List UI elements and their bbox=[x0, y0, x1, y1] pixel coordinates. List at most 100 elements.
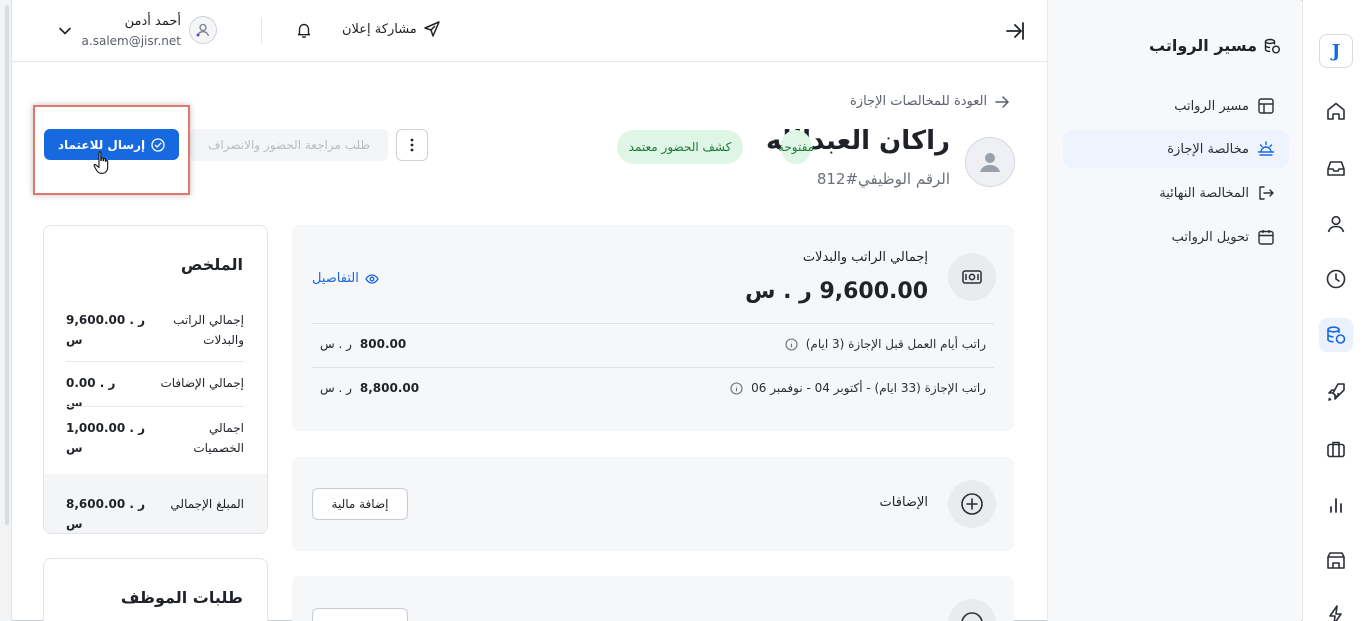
salary-card: إجمالي الراتب والبدلات 9,600.00 ر . س ال… bbox=[292, 225, 1014, 431]
exit-icon bbox=[1259, 186, 1274, 200]
details-label: التفاصيل bbox=[312, 271, 359, 286]
chevron-down-icon[interactable] bbox=[58, 24, 72, 38]
subnav-item-label: تحويل الرواتب bbox=[1171, 229, 1249, 245]
person-icon bbox=[980, 153, 1000, 172]
row-value: 8,800.00 bbox=[359, 381, 420, 395]
payroll-subnav: مسير الرواتب مسير الرواتب مخالصة الإجازة… bbox=[1047, 0, 1301, 621]
total-value: 8,600.00 ر . س bbox=[66, 497, 146, 531]
share-label: مشاركة إعلان bbox=[342, 21, 417, 37]
info-icon[interactable] bbox=[730, 381, 743, 395]
summary-value: 9,600.00 ر . س bbox=[66, 313, 146, 347]
salary-row: راتب أيام العمل قبل الإجازة (3 ايام) 800… bbox=[312, 324, 994, 368]
details-link[interactable]: التفاصيل bbox=[312, 271, 379, 286]
app-logo[interactable]: J bbox=[1319, 34, 1353, 68]
addons-card: الإضافات إضافة مالية bbox=[292, 457, 1014, 551]
row-value: 800.00 bbox=[359, 337, 407, 351]
deductions-card bbox=[292, 576, 1014, 621]
person-icon[interactable] bbox=[1319, 207, 1353, 241]
summary-title: الملخص bbox=[180, 255, 243, 274]
icon-rail: J bbox=[1302, 0, 1368, 621]
home-icon[interactable] bbox=[1319, 94, 1353, 128]
rocket-icon[interactable] bbox=[1319, 375, 1353, 409]
inbox-icon[interactable] bbox=[1319, 151, 1353, 185]
plus-circle-icon bbox=[961, 493, 983, 515]
bolt-icon[interactable] bbox=[1319, 598, 1353, 621]
back-link[interactable]: العودة للمخالصات الإجازة bbox=[850, 94, 1009, 109]
subnav-item-final-settlement[interactable]: المخالصة النهائية bbox=[1063, 174, 1289, 212]
subnav-item-label: المخالصة النهائية bbox=[1159, 185, 1249, 201]
hand-cursor-icon bbox=[93, 151, 109, 174]
summary-total-row: المبلغ الإجمالي 8,600.00 ر . س bbox=[66, 494, 244, 531]
user-avatar-icon bbox=[196, 23, 210, 37]
summary-label: اجمالي الخصميات bbox=[193, 421, 244, 455]
subnav-item-label: مخالصة الإجازة bbox=[1167, 141, 1249, 157]
bar-chart-icon[interactable] bbox=[1319, 488, 1353, 522]
summary-value: 1,000.00 ر . س bbox=[66, 421, 146, 455]
subnav-title: مسير الرواتب bbox=[1149, 36, 1281, 55]
subnav-item-leave-settlement[interactable]: مخالصة الإجازة bbox=[1063, 130, 1289, 168]
building-icon[interactable] bbox=[1319, 543, 1353, 577]
summary-card: الملخص إجمالي الراتب والبدلات 9,600.00 ر… bbox=[43, 225, 268, 534]
collapse-arrow-icon bbox=[1006, 22, 1024, 40]
subnav-item-payroll[interactable]: مسير الرواتب bbox=[1063, 87, 1289, 125]
row-label: راتب أيام العمل قبل الإجازة (3 ايام) bbox=[805, 337, 986, 351]
salary-amount: 9,600.00 ر . س bbox=[745, 279, 928, 304]
kebab-menu-icon bbox=[410, 138, 414, 152]
back-label: العودة للمخالصات الإجازة bbox=[850, 94, 988, 109]
cash-icon bbox=[962, 270, 982, 284]
user-menu[interactable]: أحمد أدمن a.salem@jisr.net bbox=[82, 12, 217, 52]
addons-icon-circle bbox=[948, 480, 996, 528]
deductions-icon-circle bbox=[948, 599, 996, 621]
scroll-thumb[interactable] bbox=[5, 5, 9, 525]
check-circle-icon bbox=[151, 137, 165, 152]
add-financial-button[interactable]: إضافة مالية bbox=[312, 488, 408, 520]
employee-id: الرقم الوظيفي#812 bbox=[816, 170, 950, 188]
payroll-icon[interactable] bbox=[1319, 318, 1353, 352]
header-divider bbox=[261, 18, 262, 44]
calendar-icon bbox=[1258, 230, 1274, 245]
collapse-sidebar-button[interactable] bbox=[1002, 18, 1028, 44]
bell-icon[interactable] bbox=[295, 21, 313, 39]
minus-circle-icon bbox=[961, 612, 983, 621]
summary-row: إجمالي الإضافات 0.00 ر . س bbox=[66, 373, 244, 410]
share-announcement-button[interactable]: مشاركة إعلان bbox=[342, 20, 441, 38]
clock-icon[interactable] bbox=[1319, 262, 1353, 296]
info-icon[interactable] bbox=[785, 337, 798, 351]
subnav-item-label: مسير الرواتب bbox=[1174, 98, 1249, 114]
attendance-badge: كشف الحضور معتمد bbox=[617, 130, 743, 164]
summary-value: 0.00 ر . س bbox=[66, 376, 116, 410]
summary-row: اجمالي الخصميات 1,000.00 ر . س bbox=[66, 418, 244, 458]
summary-divider bbox=[66, 406, 244, 407]
summary-total: المبلغ الإجمالي 8,600.00 ر . س bbox=[44, 474, 267, 533]
send-icon bbox=[424, 21, 440, 37]
status-badge: مفتوحة bbox=[778, 130, 814, 164]
left-scroll-strip[interactable] bbox=[0, 0, 12, 621]
user-name: أحمد أدمن bbox=[124, 14, 181, 29]
coins-icon bbox=[1264, 38, 1280, 53]
user-email: a.salem@jisr.net bbox=[81, 34, 181, 48]
add-deduction-button[interactable] bbox=[312, 608, 408, 621]
summary-label: إجمالي الراتب والبدلات bbox=[173, 313, 244, 347]
salary-row: راتب الإجازة (33 ايام) - أكتوبر 04 - نوف… bbox=[312, 368, 994, 412]
eye-icon bbox=[365, 273, 379, 284]
requests-title: طلبات الموظف bbox=[120, 588, 243, 607]
subnav-item-salary-transfer[interactable]: تحويل الرواتب bbox=[1063, 218, 1289, 256]
briefcase-icon[interactable] bbox=[1319, 432, 1353, 466]
employee-avatar bbox=[965, 137, 1015, 187]
addons-title: الإضافات bbox=[879, 495, 928, 510]
row-currency: ر . س bbox=[320, 337, 352, 351]
top-header: مشاركة إعلان أحمد أدمن a.salem@jisr.net bbox=[12, 0, 1047, 62]
row-currency: ر . س bbox=[320, 381, 352, 395]
salary-icon-circle bbox=[948, 253, 996, 301]
request-attendance-review-button[interactable]: طلب مراجعة الحضور والانصراف bbox=[190, 129, 388, 161]
table-icon bbox=[1258, 98, 1274, 114]
salary-title: إجمالي الراتب والبدلات bbox=[802, 250, 928, 265]
summary-label: إجمالي الإضافات bbox=[160, 376, 244, 390]
employee-requests-card: طلبات الموظف bbox=[43, 558, 268, 621]
avatar bbox=[189, 16, 217, 44]
sunset-icon bbox=[1257, 141, 1275, 156]
row-label: راتب الإجازة (33 ايام) - أكتوبر 04 - نوف… bbox=[751, 381, 986, 395]
summary-row: إجمالي الراتب والبدلات 9,600.00 ر . س bbox=[66, 310, 244, 350]
summary-divider bbox=[66, 361, 244, 362]
more-options-button[interactable] bbox=[396, 129, 428, 161]
